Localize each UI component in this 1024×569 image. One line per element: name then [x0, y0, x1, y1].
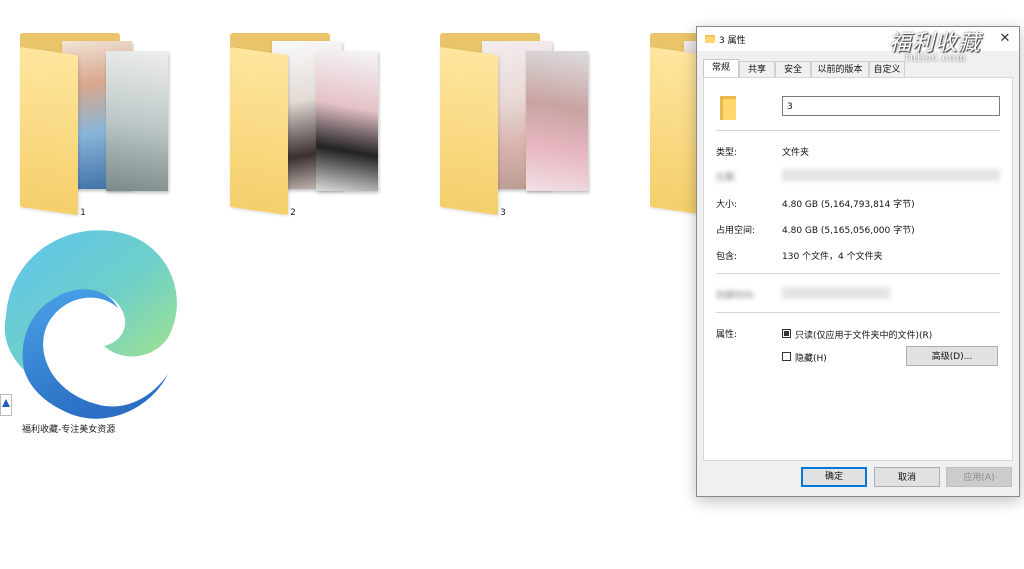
watermark-url: fulisc.com: [905, 53, 967, 64]
disk-size-label: 占用空间:: [716, 226, 756, 236]
tab-sharing[interactable]: 共享: [739, 61, 775, 78]
size-value: 4.80 GB (5,164,793,814 字节): [782, 200, 915, 210]
separator: [716, 130, 1000, 131]
size-label: 大小:: [716, 200, 738, 210]
tab-general[interactable]: 常规: [703, 59, 739, 78]
separator: [716, 273, 1000, 274]
folder-1-label[interactable]: 1: [33, 208, 133, 218]
tab-previous-versions[interactable]: 以前的版本: [811, 61, 869, 78]
hidden-label[interactable]: 隐藏(H): [795, 351, 827, 364]
folder-name-input[interactable]: 3: [782, 96, 1000, 116]
shortcut-label[interactable]: 福利收藏-专注美女资源: [22, 422, 115, 435]
folder-icon: [705, 35, 715, 43]
folder-3-label[interactable]: 3: [453, 208, 553, 218]
folder-2-label[interactable]: 2: [243, 208, 343, 218]
folder-preview-photo: [526, 51, 588, 191]
ok-button[interactable]: 确定: [801, 467, 867, 487]
location-label: 位置:: [716, 173, 738, 183]
folder-preview-photo: [316, 51, 378, 191]
tab-customize[interactable]: 自定义: [869, 61, 905, 78]
dialog-titlebar[interactable]: 3 属性 福利收藏 fulisc.com ✕: [697, 27, 1019, 64]
created-label: 创建时间:: [716, 291, 756, 301]
readonly-checkbox[interactable]: [782, 329, 791, 338]
advanced-button[interactable]: 高级(D)...: [906, 346, 998, 366]
tab-security[interactable]: 安全: [775, 61, 811, 78]
folder-4-icon[interactable]: [650, 33, 696, 233]
dialog-title: 3 属性: [719, 36, 746, 46]
general-panel: 3 类型: 文件夹 位置: 大小: 4.80 GB (5,164,793,814…: [703, 77, 1013, 461]
cancel-button[interactable]: 取消: [874, 467, 940, 487]
readonly-label[interactable]: 只读(仅应用于文件夹中的文件)(R): [795, 328, 932, 341]
attributes-label: 属性:: [716, 330, 738, 340]
edge-browser-icon[interactable]: [0, 224, 182, 422]
location-value-redacted: [782, 169, 1000, 181]
contains-label: 包含:: [716, 252, 738, 262]
created-value-redacted: [782, 287, 890, 299]
properties-dialog: 3 属性 福利收藏 fulisc.com ✕ 常规 共享 安全 以前的版本 自定…: [696, 26, 1020, 497]
close-button[interactable]: ✕: [991, 27, 1019, 51]
separator: [716, 312, 1000, 313]
folder-1-icon[interactable]: [20, 33, 170, 233]
shortcut-arrow-icon: [0, 394, 12, 416]
disk-size-value: 4.80 GB (5,165,056,000 字节): [782, 226, 915, 236]
folder-preview-photo: [106, 51, 168, 191]
type-label: 类型:: [716, 148, 738, 158]
contains-value: 130 个文件，4 个文件夹: [782, 252, 883, 262]
folder-2-icon[interactable]: [230, 33, 380, 233]
apply-button[interactable]: 应用(A): [946, 467, 1012, 487]
folder-3-icon[interactable]: [440, 33, 590, 233]
hidden-checkbox[interactable]: [782, 352, 791, 361]
folder-large-icon: [720, 96, 736, 120]
type-value: 文件夹: [782, 148, 810, 158]
